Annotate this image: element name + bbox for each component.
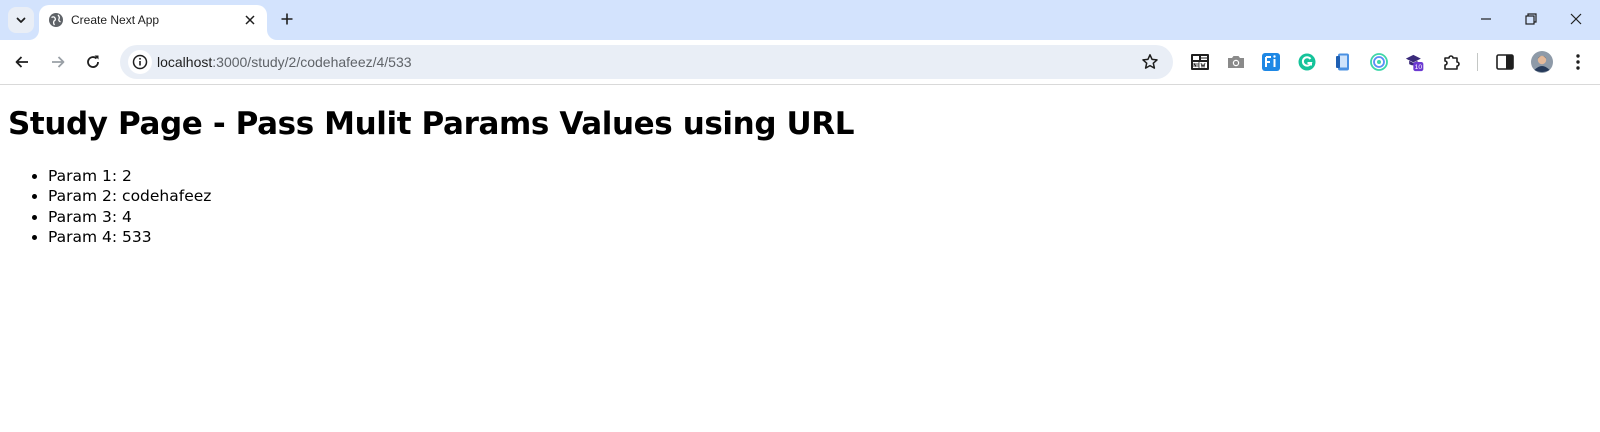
extension-badge-count: 10 [1415, 64, 1423, 71]
globe-icon [49, 13, 63, 27]
browser-toolbar: localhost:3000/study/2/codehafeez/4/533 … [0, 40, 1600, 85]
arrow-left-icon [15, 56, 28, 68]
news-extension-icon[interactable] [1190, 52, 1210, 72]
fi-extension-icon[interactable] [1261, 52, 1281, 72]
close-icon [1570, 13, 1582, 25]
arrow-right-icon [52, 56, 65, 68]
phone-extension-icon[interactable] [1333, 52, 1353, 72]
toolbar-separator [1477, 53, 1478, 71]
camera-icon[interactable] [1226, 52, 1246, 72]
tab-close-button[interactable] [241, 11, 259, 29]
chevron-down-icon [16, 17, 26, 23]
restore-button[interactable] [1509, 4, 1553, 34]
restore-icon [1525, 13, 1537, 25]
grammarly-icon[interactable] [1297, 52, 1317, 72]
page-content: Study Page - Pass Mulit Params Values us… [0, 86, 1600, 432]
params-list: Param 1: 2 Param 2: codehafeez Param 3: … [48, 166, 211, 248]
back-button[interactable] [7, 47, 37, 77]
close-icon [245, 15, 255, 25]
page-title: Study Page - Pass Mulit Params Values us… [8, 106, 855, 142]
list-item: Param 1: 2 [48, 166, 211, 186]
reload-icon [87, 55, 99, 68]
active-tab[interactable]: Create Next App [39, 5, 267, 40]
side-panel-icon[interactable] [1495, 52, 1515, 72]
list-item: Param 3: 4 [48, 207, 211, 227]
bookmark-star-icon[interactable] [1141, 53, 1159, 71]
minimize-button[interactable] [1464, 4, 1508, 34]
list-item: Param 4: 533 [48, 227, 211, 247]
reload-button[interactable] [78, 47, 108, 77]
extensions-puzzle-icon[interactable] [1442, 52, 1462, 72]
plus-icon [281, 13, 293, 25]
site-info-button[interactable] [128, 50, 152, 74]
address-bar[interactable]: localhost:3000/study/2/codehafeez/4/533 [120, 45, 1173, 79]
radar-extension-icon[interactable] [1369, 52, 1389, 72]
tab-strip: Create Next App [0, 0, 1600, 40]
new-tab-button[interactable] [276, 8, 298, 30]
info-icon [132, 54, 148, 70]
menu-icon[interactable] [1568, 52, 1588, 72]
close-window-button[interactable] [1554, 4, 1598, 34]
forward-button[interactable] [43, 47, 73, 77]
minimize-icon [1481, 18, 1491, 20]
graduation-cap-extension-icon[interactable]: 10 [1405, 52, 1425, 72]
profile-avatar[interactable] [1531, 51, 1553, 73]
url-host: localhost [157, 54, 213, 70]
tab-title: Create Next App [71, 13, 160, 27]
list-item: Param 2: codehafeez [48, 186, 211, 206]
url-text[interactable]: localhost:3000/study/2/codehafeez/4/533 [157, 54, 412, 70]
url-path: :3000/study/2/codehafeez/4/533 [212, 54, 412, 70]
